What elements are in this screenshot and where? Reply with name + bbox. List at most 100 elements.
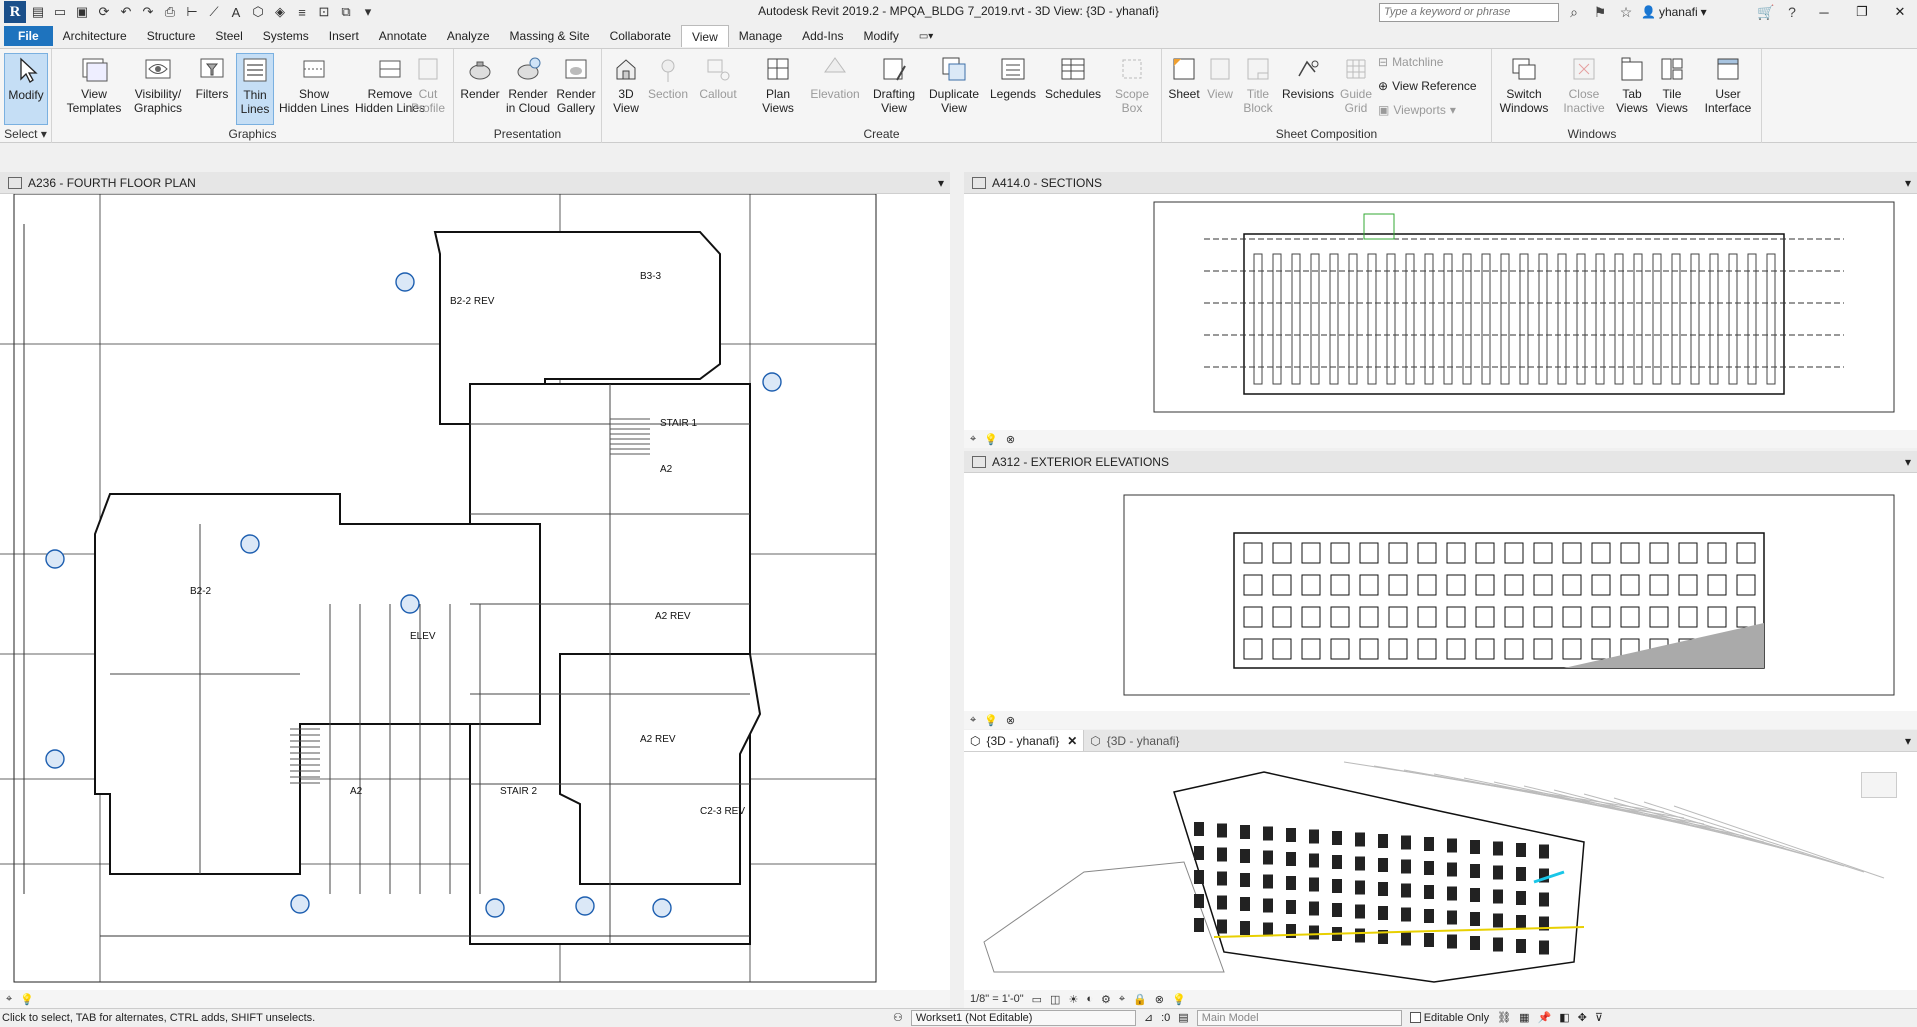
crop-region-icon[interactable]: ⌖	[6, 993, 12, 1006]
ribbon-options-icon[interactable]: ▭▾	[909, 25, 943, 47]
revit-logo-icon[interactable]: R	[4, 1, 26, 23]
view-menu-chevron-icon[interactable]: ▾	[1905, 176, 1911, 190]
3d-view-button[interactable]: 3D View	[608, 53, 644, 115]
measure-icon[interactable]: ⊢	[182, 3, 202, 21]
3d-view-tab-inactive[interactable]: ⬡ {3D - yhanafi}	[1084, 730, 1179, 751]
sync-icon[interactable]: ⟳	[94, 3, 114, 21]
section-button[interactable]: Section	[646, 53, 690, 101]
tab-views-button[interactable]: Tab Views	[1612, 53, 1652, 115]
save-icon[interactable]: ▣	[72, 3, 92, 21]
plan-views-button[interactable]: Plan Views	[758, 53, 798, 115]
reveal-hidden-icon[interactable]: 💡	[20, 993, 34, 1006]
render-in-cloud-button[interactable]: Render in Cloud	[504, 53, 552, 115]
text-icon[interactable]: A	[226, 3, 246, 21]
elevations-canvas[interactable]	[964, 473, 1917, 711]
default-3d-icon[interactable]: ⬡	[248, 3, 268, 21]
ribbon-tab-modify[interactable]: Modify	[853, 25, 908, 47]
user-menu[interactable]: 👤 yhanafi ▾	[1641, 5, 1751, 19]
visual-style-icon[interactable]: ◫	[1050, 993, 1060, 1006]
section-icon[interactable]: ◈	[270, 3, 290, 21]
lock-view-icon[interactable]: 🔒	[1133, 993, 1147, 1006]
schedules-button[interactable]: Schedules	[1042, 53, 1104, 101]
select-dropdown[interactable]: Select ▾	[0, 127, 51, 141]
subscription-icon[interactable]: ⚑	[1589, 2, 1611, 22]
switch-windows-qat-icon[interactable]: ⧉	[336, 3, 356, 21]
binoculars-icon[interactable]: ⌕	[1563, 2, 1585, 22]
crop-region-icon[interactable]: ⌖	[970, 433, 976, 446]
customize-qat-icon[interactable]: ▾	[358, 3, 378, 21]
reveal-hidden-icon[interactable]: 💡	[984, 714, 998, 727]
file-tab[interactable]: File	[4, 26, 53, 46]
user-interface-button[interactable]: User Interface	[1698, 53, 1758, 115]
ribbon-tab-systems[interactable]: Systems	[253, 25, 319, 47]
vertical-splitter[interactable]	[950, 172, 964, 1008]
viewports-dropdown[interactable]: ▣ Viewports ▾	[1378, 103, 1456, 117]
select-links-icon[interactable]: ⛓	[1497, 1011, 1511, 1024]
ribbon-tab-architecture[interactable]: Architecture	[53, 25, 137, 47]
title-block-button[interactable]: Title Block	[1238, 53, 1278, 115]
ribbon-tab-collaborate[interactable]: Collaborate	[600, 25, 681, 47]
filters-button[interactable]: Filters	[192, 53, 232, 101]
view-button[interactable]: View	[1204, 53, 1236, 101]
selection-filter-icon[interactable]: ⊿	[1144, 1011, 1153, 1024]
close-tab-icon[interactable]: ✕	[1067, 734, 1077, 748]
cut-profile-button[interactable]: Cut Profile	[406, 53, 450, 115]
reveal-hidden-icon[interactable]: 💡	[1172, 993, 1186, 1006]
viewcube-icon[interactable]	[1861, 772, 1897, 798]
design-option-select[interactable]: Main Model	[1196, 1009, 1402, 1026]
render-gallery-button[interactable]: Render Gallery	[552, 53, 600, 115]
temporary-hide-icon[interactable]: ⊗	[1006, 714, 1015, 727]
filter-icon[interactable]: ⊽	[1595, 1011, 1603, 1024]
modify-button[interactable]: Modify	[4, 53, 48, 125]
close-button[interactable]: ✕	[1883, 1, 1917, 23]
select-by-face-icon[interactable]: ◧	[1559, 1011, 1569, 1024]
temporary-hide-icon[interactable]: ⊗	[1155, 993, 1164, 1006]
ribbon-tab-view[interactable]: View	[680, 25, 729, 47]
restore-button[interactable]: ❐	[1845, 1, 1879, 23]
redo-icon[interactable]: ↷	[138, 3, 158, 21]
drafting-view-button[interactable]: Drafting View	[868, 53, 920, 115]
render-dialog-icon[interactable]: ⚙	[1101, 993, 1111, 1006]
close-hidden-icon[interactable]: ⊡	[314, 3, 334, 21]
favorites-star-icon[interactable]: ☆	[1615, 2, 1637, 22]
print-icon[interactable]: ⎙	[160, 3, 180, 21]
scope-box-button[interactable]: Scope Box	[1110, 53, 1154, 115]
search-input[interactable]	[1379, 2, 1559, 22]
ribbon-tab-massing-site[interactable]: Massing & Site	[500, 25, 600, 47]
legends-button[interactable]: Legends	[988, 53, 1038, 101]
ribbon-tab-add-ins[interactable]: Add-Ins	[792, 25, 853, 47]
dimension-icon[interactable]: ⟋	[204, 3, 224, 21]
ribbon-tab-insert[interactable]: Insert	[319, 25, 369, 47]
elevation-button[interactable]: Elevation	[806, 53, 864, 101]
sheet-button[interactable]: Sheet	[1166, 53, 1202, 101]
duplicate-view-button[interactable]: Duplicate View	[926, 53, 982, 115]
elevations-view-title[interactable]: A312 - EXTERIOR ELEVATIONS ▾	[964, 451, 1917, 473]
thin-lines-button[interactable]: Thin Lines	[236, 53, 274, 125]
open-folder-icon[interactable]: ▭	[50, 3, 70, 21]
matchline-button[interactable]: ⊟ Matchline	[1378, 55, 1443, 69]
floor-plan-view-title[interactable]: A236 - FOURTH FLOOR PLAN ▾	[0, 172, 950, 194]
callout-button[interactable]: Callout	[696, 53, 740, 101]
ribbon-tab-structure[interactable]: Structure	[137, 25, 206, 47]
visibility-graphics-button[interactable]: Visibility/ Graphics	[130, 53, 186, 115]
editable-only-checkbox[interactable]: Editable Only	[1409, 1012, 1489, 1024]
ribbon-tab-steel[interactable]: Steel	[205, 25, 252, 47]
thin-lines-qat-icon[interactable]: ≡	[292, 3, 312, 21]
3d-view-tab-active[interactable]: ⬡ {3D - yhanafi} ✕	[964, 730, 1085, 751]
help-icon[interactable]: ?	[1781, 2, 1803, 22]
cart-icon[interactable]: 🛒	[1755, 2, 1777, 22]
crop-region-icon[interactable]: ⌖	[970, 714, 976, 727]
view-menu-chevron-icon[interactable]: ▾	[1905, 734, 1911, 748]
design-options-icon[interactable]: ▤	[1178, 1011, 1188, 1024]
ribbon-tab-analyze[interactable]: Analyze	[437, 25, 500, 47]
close-inactive-button[interactable]: Close Inactive	[1560, 53, 1608, 115]
ribbon-tab-annotate[interactable]: Annotate	[369, 25, 437, 47]
ribbon-tab-manage[interactable]: Manage	[729, 25, 792, 47]
view-menu-chevron-icon[interactable]: ▾	[1905, 455, 1911, 469]
sections-canvas[interactable]	[964, 194, 1917, 430]
select-pinned-icon[interactable]: 📌	[1538, 1011, 1552, 1024]
open-icon[interactable]: ▤	[28, 3, 48, 21]
revisions-button[interactable]: Revisions	[1280, 53, 1336, 101]
view-templates-button[interactable]: View Templates	[66, 53, 122, 115]
view-scale[interactable]: 1/8" = 1'-0"	[970, 993, 1024, 1005]
